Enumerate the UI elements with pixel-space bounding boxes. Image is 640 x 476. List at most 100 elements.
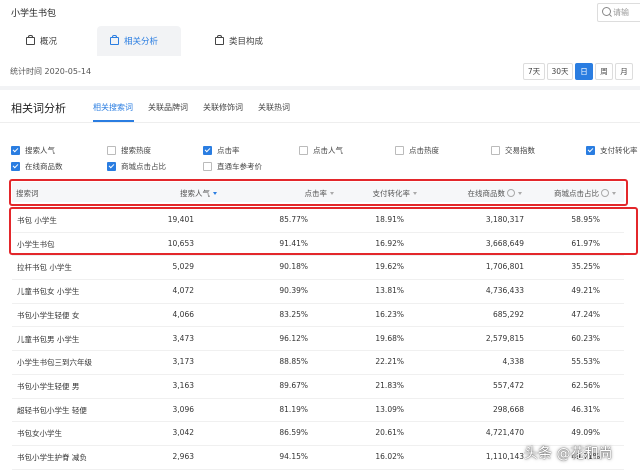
- header-highlight-box: [9, 179, 628, 206]
- metric-ztc-price[interactable]: 直通车参考价: [203, 161, 262, 172]
- checkbox[interactable]: [11, 146, 20, 155]
- metric-click-heat[interactable]: 点击热度: [395, 145, 439, 156]
- checkbox[interactable]: [395, 146, 404, 155]
- value-cell: 89.67%: [279, 380, 308, 390]
- value-cell: 5,029: [172, 262, 194, 272]
- metric-label: 商城点击占比: [121, 162, 166, 171]
- value-cell: 4,338: [502, 357, 524, 367]
- tab-overview[interactable]: 概况: [26, 28, 57, 54]
- subtab-related-search[interactable]: 相关搜索词: [93, 102, 133, 113]
- checkbox[interactable]: [107, 162, 116, 171]
- value-cell: 3,042: [172, 428, 194, 438]
- value-cell: 22.21%: [375, 357, 404, 367]
- keyword-cell: 儿童书包女 小学生: [17, 287, 80, 297]
- value-cell: 83.25%: [279, 309, 308, 319]
- keyword-cell: 拉杆书包 小学生: [17, 263, 72, 273]
- value-cell: 88.85%: [279, 357, 308, 367]
- checkbox[interactable]: [107, 146, 116, 155]
- value-cell: 4,736,433: [485, 286, 524, 296]
- value-cell: 81.19%: [279, 404, 308, 414]
- bag-icon: [26, 35, 35, 45]
- value-cell: 16.02%: [375, 452, 404, 461]
- stat-bar: 统计时间 2020-05-14 7天 30天 日 周 月: [0, 56, 640, 86]
- search-placeholder: 请输: [613, 8, 629, 17]
- value-cell: 60.23%: [571, 333, 600, 343]
- value-cell: 298,668: [492, 404, 524, 414]
- value-cell: 2,579,815: [485, 333, 524, 343]
- subtab-hot[interactable]: 关联热词: [258, 102, 290, 113]
- value-cell: 96.12%: [279, 333, 308, 343]
- table-row[interactable]: 小学生书包三到六年级 3,173 88.85% 22.21% 4,338 55.53%: [12, 350, 624, 375]
- table-row[interactable]: 超轻书包小学生 轻便 3,096 81.19% 13.09% 298,668 46.31%: [12, 398, 624, 423]
- page-title: 小学生书包: [11, 9, 57, 19]
- keyword-cell: 书包女小学生: [17, 429, 62, 439]
- search-input[interactable]: 请输: [597, 3, 640, 22]
- subtab-brand[interactable]: 关联品牌词: [148, 102, 188, 113]
- value-cell: 62.56%: [571, 380, 600, 390]
- value-cell: 13.81%: [375, 286, 404, 296]
- metric-label: 点击热度: [409, 146, 439, 155]
- keyword-cell: 书包小学生护脊 减负: [17, 453, 87, 462]
- table-row[interactable]: 书包小学生轻便 女 4,066 83.25% 16.23% 685,292 47.24%: [12, 303, 624, 328]
- checkbox[interactable]: [586, 146, 595, 155]
- value-cell: 4,072: [172, 286, 194, 296]
- bag-icon: [215, 35, 224, 45]
- related-words-card: 相关词分析 相关搜索词 关联品牌词 关联修饰词 关联热词 搜索人气 搜索热度 点…: [0, 90, 640, 476]
- metric-online-products[interactable]: 在线商品数: [11, 161, 63, 172]
- checkbox[interactable]: [299, 146, 308, 155]
- metric-label: 交易指数: [505, 146, 535, 155]
- metric-click-rate[interactable]: 点击率: [203, 145, 240, 156]
- tab-category[interactable]: 类目构成: [215, 28, 263, 54]
- period-week-button[interactable]: 周: [595, 63, 613, 80]
- metric-mall-click-ratio[interactable]: 商城点击占比: [107, 161, 166, 172]
- period-month-button[interactable]: 月: [615, 63, 633, 80]
- metric-search-heat[interactable]: 搜索热度: [107, 145, 151, 156]
- table-row[interactable]: 儿童书包男 小学生 3,473 96.12% 19.68% 2,579,815 60.23…: [12, 327, 624, 352]
- table-row[interactable]: 拉杆书包 小学生 5,029 90.18% 19.62% 1,706,801 35.25%: [12, 255, 624, 281]
- metric-label: 在线商品数: [25, 162, 63, 171]
- metric-pay-conversion[interactable]: 支付转化率: [586, 145, 638, 156]
- period-day-button[interactable]: 日: [575, 63, 593, 80]
- value-cell: 3,096: [172, 404, 194, 414]
- stat-time: 统计时间 2020-05-14: [10, 67, 92, 76]
- metric-label: 点击人气: [313, 146, 343, 155]
- table-row[interactable]: 儿童书包女 小学生 4,072 90.39% 13.81% 4,736,433 49.21…: [12, 279, 624, 304]
- metric-search-popularity[interactable]: 搜索人气: [11, 145, 55, 156]
- period-7d-button[interactable]: 7天: [523, 63, 545, 80]
- value-cell: 46.31%: [571, 404, 600, 414]
- checkbox[interactable]: [11, 162, 20, 171]
- metric-label: 点击率: [217, 146, 240, 155]
- tab-label: 类目构成: [229, 37, 264, 47]
- value-cell: 1,110,143: [485, 452, 524, 461]
- value-cell: 35.25%: [571, 262, 600, 272]
- value-cell: 86.59%: [279, 428, 308, 438]
- value-cell: 3,163: [172, 380, 194, 390]
- checkbox[interactable]: [203, 146, 212, 155]
- metric-label: 支付转化率: [600, 146, 638, 155]
- value-cell: 3,473: [172, 333, 194, 343]
- checkbox[interactable]: [491, 146, 500, 155]
- table-row[interactable]: 书包小学生轻便 男 3,163 89.67% 21.83% 557,472 62.56%: [12, 374, 624, 399]
- value-cell: 2,963: [172, 452, 194, 461]
- value-cell: 4,721,470: [485, 428, 524, 438]
- tab-label: 相关分析: [124, 37, 159, 47]
- value-cell: 19.68%: [375, 333, 404, 343]
- value-cell: 13.09%: [375, 404, 404, 414]
- value-cell: 49.21%: [571, 286, 600, 296]
- value-cell: 47.24%: [571, 309, 600, 319]
- checkbox[interactable]: [203, 162, 212, 171]
- subtab-modifier[interactable]: 关联修饰词: [203, 102, 243, 113]
- value-cell: 685,292: [492, 309, 524, 319]
- tab-related-analysis[interactable]: 相关分析: [97, 26, 181, 56]
- metric-trade-index[interactable]: 交易指数: [491, 145, 535, 156]
- metric-click-popularity[interactable]: 点击人气: [299, 145, 343, 156]
- tab-label: 概况: [40, 37, 58, 47]
- divider: [0, 122, 640, 123]
- keyword-cell: 书包小学生轻便 男: [17, 381, 80, 391]
- value-cell: 94.15%: [279, 452, 308, 461]
- value-cell: 4,066: [172, 309, 194, 319]
- period-30d-button[interactable]: 30天: [547, 63, 573, 80]
- metric-label: 直通车参考价: [217, 162, 262, 171]
- keyword-cell: 小学生书包三到六年级: [17, 358, 92, 368]
- keyword-cell: 书包小学生轻便 女: [17, 310, 80, 320]
